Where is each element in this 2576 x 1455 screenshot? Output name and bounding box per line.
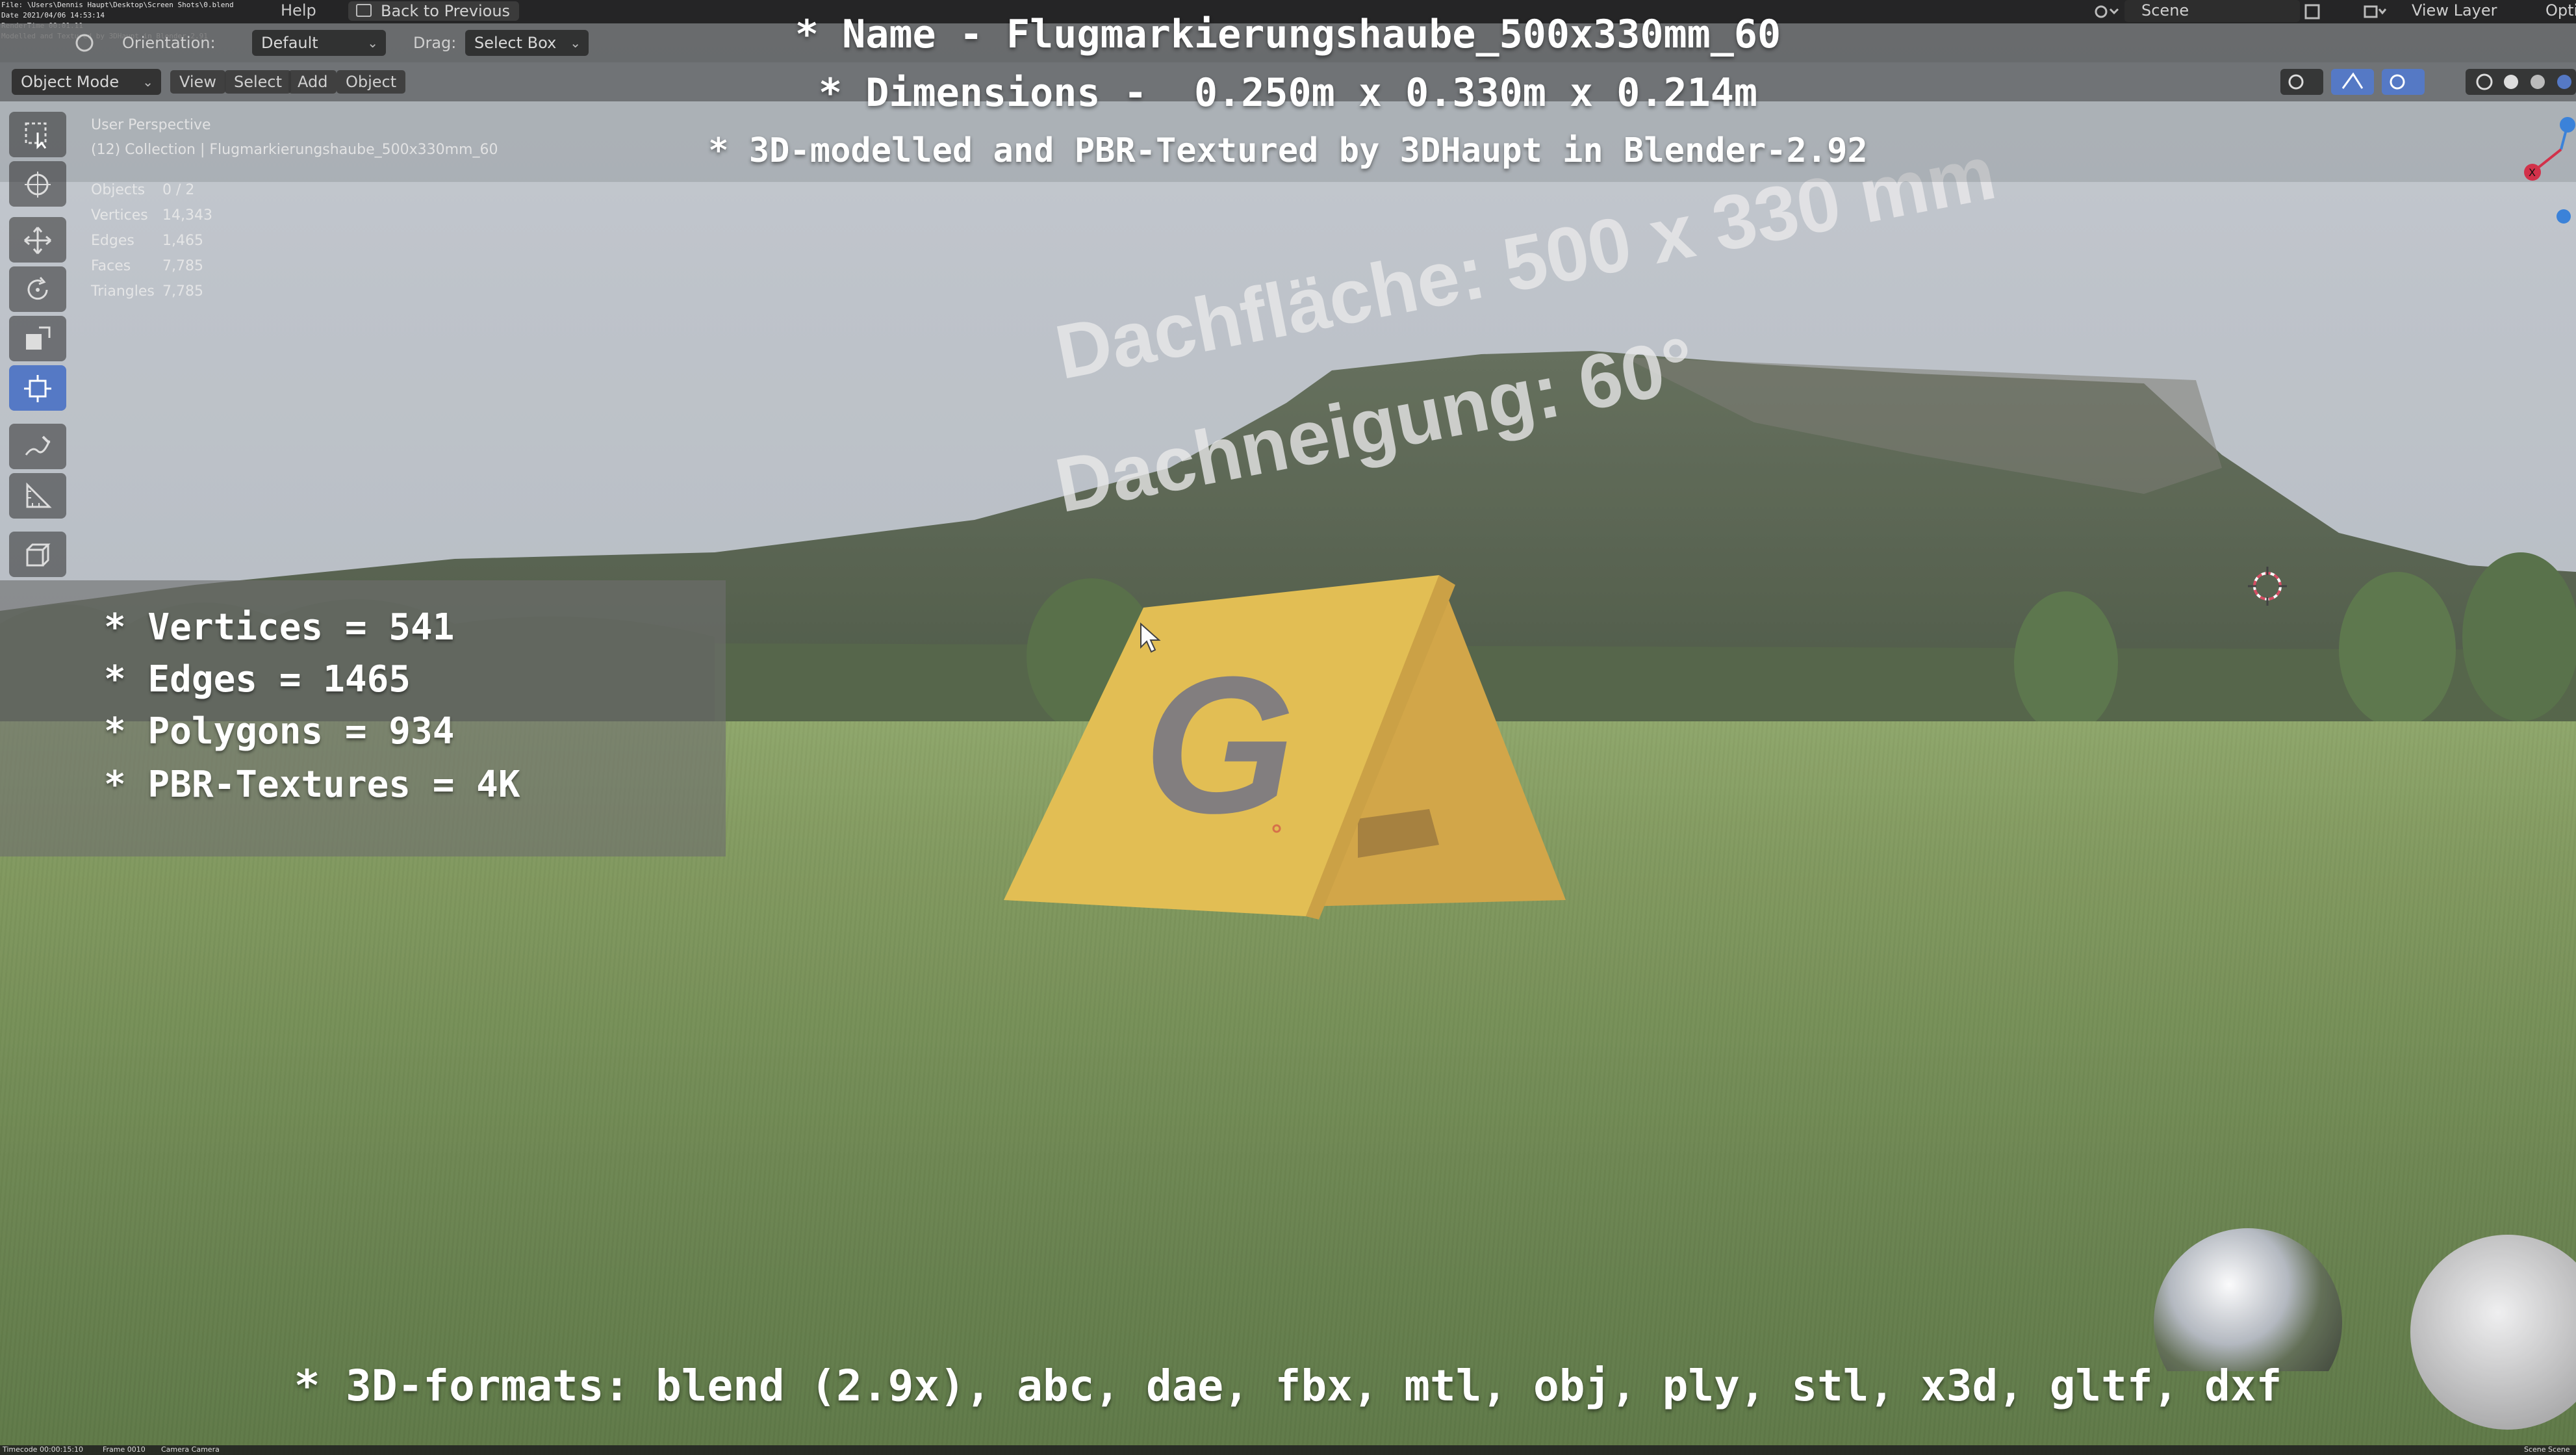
move-tool[interactable]: [9, 217, 66, 263]
stat-label: Vertices: [91, 207, 148, 224]
measure-icon: [26, 482, 52, 508]
add-cube-tool[interactable]: [9, 532, 66, 577]
frame-label: Frame 0010: [103, 1445, 146, 1454]
cursor-tool[interactable]: [9, 161, 66, 207]
timecode-label: Timecode 00:00:15:10: [3, 1445, 84, 1454]
select-box-tool[interactable]: [9, 112, 66, 157]
textures-line: * PBR-Textures = 4K: [104, 764, 520, 806]
camera-label: Camera Camera: [161, 1445, 220, 1454]
stat-value: 7,785: [162, 258, 203, 274]
scale-icon: [26, 326, 51, 350]
cursor-icon: [25, 172, 51, 198]
stat-label: Edges: [91, 233, 134, 249]
stat-label: Triangles: [91, 283, 155, 300]
rotate-icon: [27, 277, 48, 300]
title-dimensions-line: * Dimensions - 0.250m x 0.330m x 0.214m: [819, 70, 1757, 116]
mesh-stats-panel: * Vertices = 541 * Edges = 1465 * Polygo…: [0, 580, 726, 856]
scene-status-label: Scene Scene: [2524, 1445, 2570, 1454]
stat-label: Faces: [91, 258, 131, 274]
move-icon: [24, 227, 51, 254]
add-cube-icon: [26, 543, 51, 567]
vertices-line: * Vertices = 541: [104, 606, 455, 649]
stat-value: 7,785: [162, 283, 203, 300]
annotate-tool[interactable]: [9, 424, 66, 469]
status-bar: Timecode 00:00:15:10 Frame 0010 Camera C…: [0, 1445, 2576, 1455]
navigation-gizmo[interactable]: X: [2514, 110, 2576, 234]
select-box-icon: [25, 122, 47, 149]
rotate-tool[interactable]: [9, 266, 66, 312]
title-name-line: * Name - Flugmarkierungshaube_500x330mm_…: [795, 12, 1781, 57]
annotate-icon: [25, 435, 51, 456]
transform-icon: [24, 375, 51, 402]
scale-tool[interactable]: [9, 316, 66, 361]
stat-value: 0 / 2: [162, 182, 195, 198]
transform-tool[interactable]: [9, 365, 66, 411]
collection-label: (12) Collection | Flugmarkierungshaube_5…: [91, 142, 498, 158]
view-perspective-label: User Perspective: [91, 117, 211, 133]
polygons-line: * Polygons = 934: [104, 710, 455, 753]
measure-tool[interactable]: [9, 473, 66, 519]
formats-line: * 3D-formats: blend (2.9x), abc, dae, fb…: [294, 1361, 2282, 1411]
edges-line: * Edges = 1465: [104, 658, 411, 701]
stat-label: Objects: [91, 182, 146, 198]
stat-value: 1,465: [162, 233, 203, 249]
stat-value: 14,343: [162, 207, 212, 224]
